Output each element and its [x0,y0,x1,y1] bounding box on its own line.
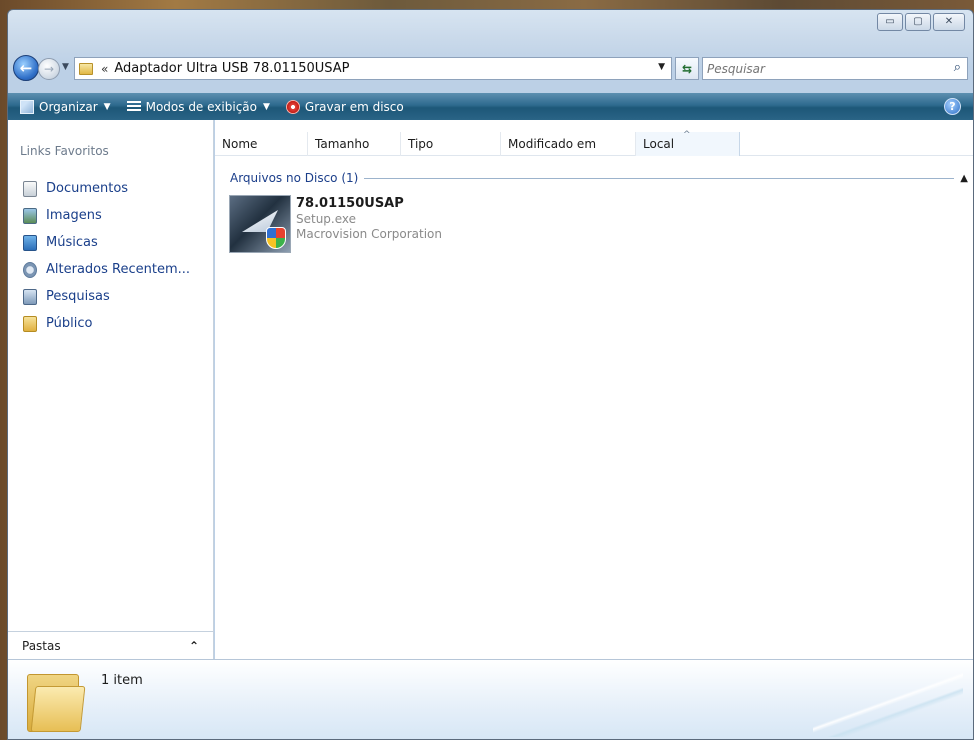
favorite-link-music[interactable]: Músicas [23,229,190,256]
address-row: ← → ▼ « Adaptador Ultra USB 78.01150USAP… [8,53,973,83]
favorite-links-title: Links Favoritos [20,144,109,158]
file-list: Nome Tamanho Tipo Modificado em Local ^ … [215,120,973,659]
organize-button[interactable]: Organizar ▼ [16,99,115,114]
address-bar[interactable]: « Adaptador Ultra USB 78.01150USAP ▼ [74,57,672,80]
folder-icon [79,62,93,75]
views-button[interactable]: Modos de exibição ▼ [123,100,274,114]
group-label: Arquivos no Disco (1) [230,171,359,185]
item-count: 1 item [101,673,143,688]
views-label: Modos de exibição [145,99,257,114]
decorative-swoosh [813,667,963,737]
column-headers: Nome Tamanho Tipo Modificado em Local ^ [215,130,973,156]
breadcrumb-current[interactable]: Adaptador Ultra USB 78.01150USAP [114,61,349,76]
favorite-link-public[interactable]: Público [23,310,190,337]
sort-ascending-icon: ^ [683,130,691,140]
favorite-link-label: Alterados Recentem... [46,262,191,277]
favorite-link-label: Público [46,316,93,331]
search-box: ⌕ [702,57,968,80]
column-type[interactable]: Tipo [401,132,501,156]
views-icon [126,100,141,113]
chevron-up-icon: ⌃ [188,638,199,653]
address-dropdown-icon[interactable]: ▼ [658,62,665,72]
favorite-link-documents[interactable]: Documentos [23,175,190,202]
favorite-link-label: Documentos [46,181,129,196]
file-filename: Setup.exe [296,212,357,226]
favorite-link-recent[interactable]: Alterados Recentem... [23,256,190,283]
favorite-link-label: Músicas [46,235,98,250]
file-company: Macrovision Corporation [296,227,442,241]
organize-label: Organizar [39,99,98,114]
public-folder-icon [23,315,37,332]
navigation-pane: Links Favoritos Documentos Imagens Músic… [8,120,214,659]
chevron-down-icon: ▼ [262,101,270,112]
back-button[interactable]: ← [13,55,39,81]
minimize-button[interactable]: ▭ [877,13,903,31]
favorite-links-list: Documentos Imagens Músicas Alterados Rec… [23,175,190,337]
minimize-icon: ▭ [885,16,895,27]
details-pane: 1 item [8,659,973,739]
caption-buttons: ▭ ▢ ✕ [877,13,965,31]
organize-icon [20,99,34,114]
favorite-link-label: Imagens [46,208,102,223]
close-button[interactable]: ✕ [933,13,965,31]
burn-button[interactable]: Gravar em disco [282,99,408,114]
searches-icon [23,288,37,305]
forward-button[interactable]: → [38,58,60,80]
music-icon [23,234,37,251]
favorite-link-label: Pesquisas [46,289,110,304]
pictures-icon [23,207,37,224]
refresh-button[interactable]: ⇆ [675,57,699,80]
uac-shield-icon [266,227,286,249]
command-bar: Organizar ▼ Modos de exibição ▼ Gravar e… [8,93,973,120]
group-divider [364,177,955,179]
large-folder-icon [27,668,86,732]
file-item[interactable]: 78.01150USAP Setup.exe Macrovision Corpo… [229,195,442,253]
search-icon[interactable]: ⌕ [954,60,961,75]
column-modified[interactable]: Modificado em [501,132,636,156]
maximize-icon: ▢ [913,16,923,27]
recent-icon [23,261,37,278]
column-location-label: Local [643,137,675,151]
folders-toggle[interactable]: Pastas ⌃ [8,631,213,659]
breadcrumb-overflow-icon[interactable]: « [101,62,108,76]
installer-icon [229,195,291,253]
file-name: 78.01150USAP [296,196,404,211]
column-size[interactable]: Tamanho [308,132,401,156]
favorite-link-pictures[interactable]: Imagens [23,202,190,229]
recent-pages-dropdown[interactable]: ▼ [62,62,69,72]
help-icon[interactable]: ? [944,98,961,115]
column-name[interactable]: Nome [215,132,308,156]
burn-disc-icon [285,99,300,114]
column-location[interactable]: Local ^ [636,130,740,156]
favorite-link-searches[interactable]: Pesquisas [23,283,190,310]
explorer-window: ▭ ▢ ✕ ← → ▼ « Adaptador Ultra USB 78.011… [7,9,974,740]
close-icon: ✕ [944,16,954,27]
back-arrow-icon: ← [19,59,33,77]
forward-arrow-icon: → [43,62,55,76]
refresh-icon: ⇆ [681,61,693,76]
burn-label: Gravar em disco [304,99,404,114]
folders-label: Pastas [22,638,61,653]
search-input[interactable] [707,58,937,79]
group-header[interactable]: Arquivos no Disco (1) ▲ [230,170,968,186]
maximize-button[interactable]: ▢ [905,13,931,31]
chevron-down-icon: ▼ [103,101,111,112]
file-meta: 78.01150USAP Setup.exe Macrovision Corpo… [296,196,442,253]
documents-icon [23,180,37,197]
chevron-up-icon[interactable]: ▲ [960,173,968,184]
